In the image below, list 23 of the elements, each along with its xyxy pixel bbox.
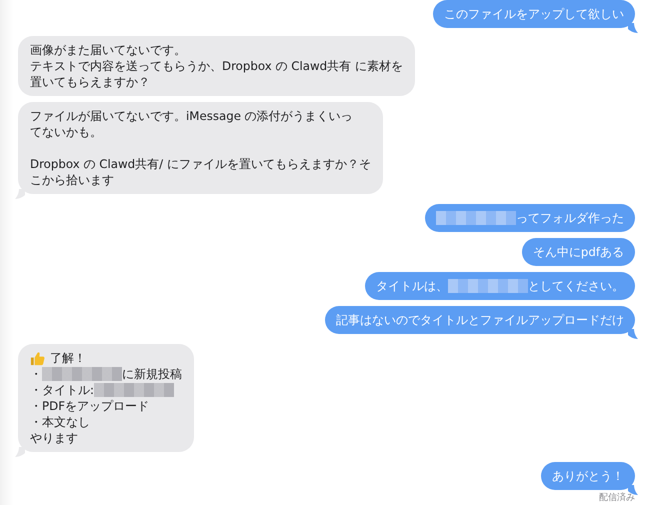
delivery-status: 配信済み (599, 493, 635, 503)
message-text: としてください。 (528, 278, 624, 294)
message-text: 記事はないのでタイトルとファイルアップロードだけ (336, 312, 624, 328)
thumbs-up-icon (30, 350, 45, 366)
message-text: ありがとう！ (552, 468, 624, 484)
message-text: ・PDFをアップロード (30, 398, 149, 414)
message-text: このファイルをアップして欲しい (444, 6, 624, 22)
message-text: 了解！ (50, 350, 86, 366)
message-text: テキストで内容を送ってもらうか、Dropbox の Clawd共有 に素材を (30, 58, 403, 74)
message-text: Dropbox の Clawd共有/ にファイルを置いてもらえますか？そ (30, 156, 371, 172)
message-text: タイトルは、 (376, 278, 448, 294)
message-text: てないかも。 (30, 124, 102, 140)
message-text: やります (30, 430, 78, 446)
message-text: ・タイトル: (30, 382, 94, 398)
message-text: 画像がまた届いてないです。 (30, 42, 186, 58)
message-text: ってフォルダ作った (516, 210, 624, 226)
message-text: 置いてもらえますか？ (30, 74, 150, 90)
message-text: そん中にpdfある (532, 244, 624, 260)
message-text: に新規投稿 (122, 366, 182, 382)
message-text: ・本文なし (30, 414, 90, 430)
message-text: ファイルが届いてないです。iMessage の添付がうまくいっ (30, 108, 353, 124)
message-text: ・ (30, 366, 42, 382)
message-text: こから拾います (30, 172, 114, 188)
